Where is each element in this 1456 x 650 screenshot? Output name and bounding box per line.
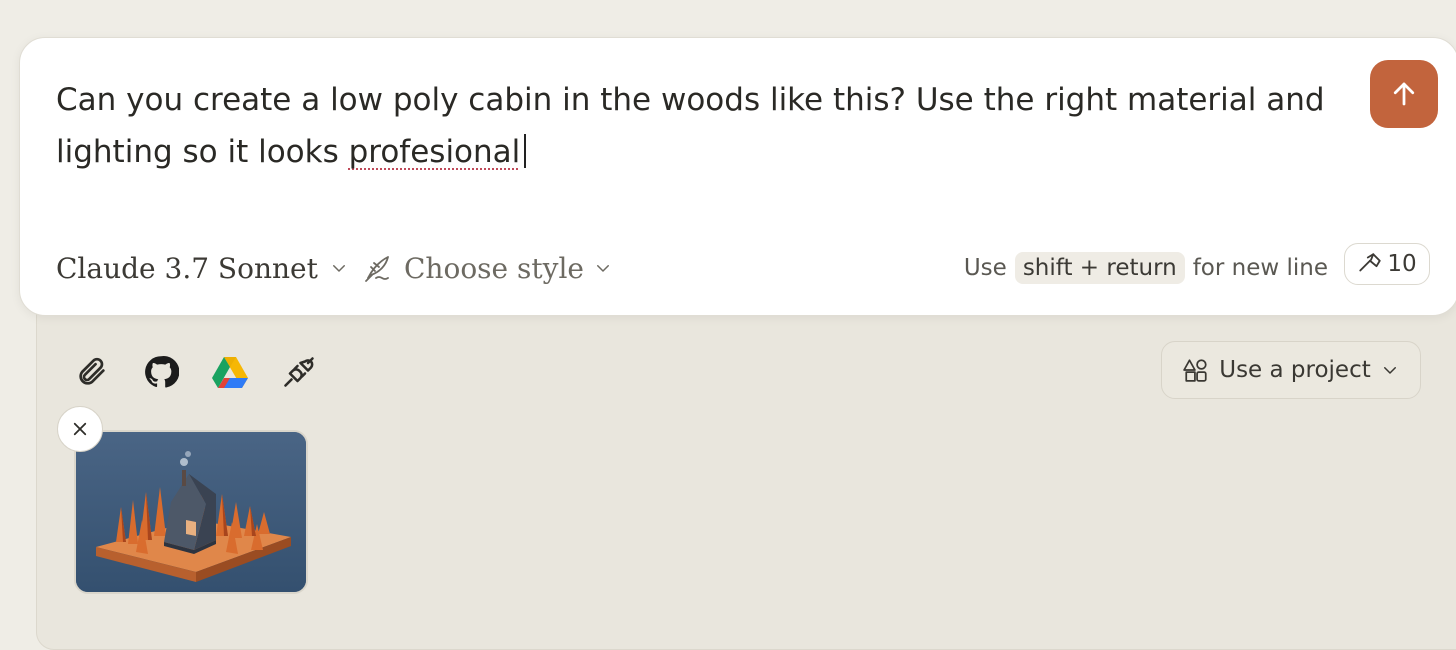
send-button[interactable] bbox=[1370, 60, 1438, 128]
chevron-down-icon bbox=[594, 259, 612, 277]
shapes-icon bbox=[1183, 357, 1209, 383]
hint-prefix: Use bbox=[963, 255, 1007, 281]
google-drive-icon[interactable] bbox=[210, 352, 250, 392]
close-icon bbox=[71, 420, 89, 438]
misspelled-word[interactable]: profesional bbox=[349, 134, 521, 170]
style-label: Choose style bbox=[404, 251, 584, 285]
model-label: Claude 3.7 Sonnet bbox=[56, 251, 318, 285]
hammer-icon bbox=[1357, 251, 1383, 277]
hint-suffix: for new line bbox=[1192, 255, 1328, 281]
tools-count: 10 bbox=[1387, 251, 1417, 277]
text-caret bbox=[524, 134, 527, 168]
use-project-button[interactable]: Use a project bbox=[1161, 341, 1421, 399]
prompt-input[interactable]: Can you create a low poly cabin in the w… bbox=[56, 74, 1336, 178]
feather-pen-icon bbox=[362, 252, 394, 284]
chevron-down-icon bbox=[330, 259, 348, 277]
chevron-down-icon bbox=[1381, 361, 1399, 379]
plug-icon[interactable] bbox=[279, 352, 319, 392]
github-icon[interactable] bbox=[141, 352, 181, 392]
tools-button[interactable]: 10 bbox=[1344, 243, 1430, 285]
low-poly-cabin-image bbox=[76, 432, 306, 592]
attachment-thumbnail[interactable] bbox=[74, 430, 308, 594]
project-label: Use a project bbox=[1219, 357, 1371, 383]
model-selector[interactable]: Claude 3.7 Sonnet bbox=[56, 246, 348, 290]
message-composer: Can you create a low poly cabin in the w… bbox=[19, 37, 1456, 316]
arrow-up-icon bbox=[1389, 79, 1419, 109]
newline-hint: Use shift + return for new line bbox=[964, 251, 1328, 285]
remove-attachment-button[interactable] bbox=[57, 406, 103, 452]
paperclip-icon[interactable] bbox=[72, 352, 112, 392]
style-selector[interactable]: Choose style bbox=[362, 246, 612, 290]
shortcut-key: shift + return bbox=[1014, 252, 1185, 284]
prompt-text: Can you create a low poly cabin in the w… bbox=[56, 82, 1325, 170]
